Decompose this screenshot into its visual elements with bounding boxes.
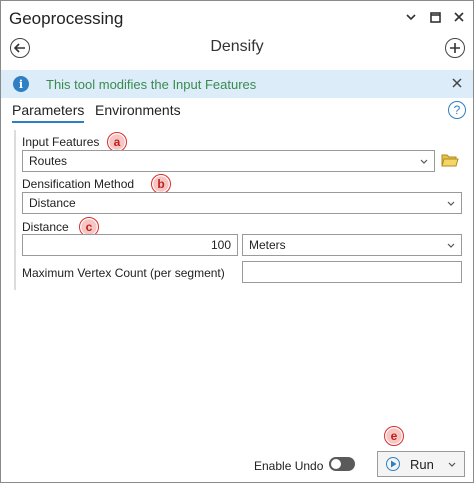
callout-badge-a: a xyxy=(107,132,127,152)
distance-unit-value: Meters xyxy=(249,238,286,252)
densification-method-select[interactable]: Distance xyxy=(22,192,462,214)
chevron-down-icon xyxy=(420,156,428,166)
max-vertex-count-label: Maximum Vertex Count (per segment) xyxy=(22,266,225,280)
close-icon xyxy=(452,78,462,88)
tab-environments[interactable]: Environments xyxy=(95,102,181,121)
callout-badge-b: b xyxy=(151,174,171,194)
chevron-down-icon[interactable] xyxy=(404,10,418,24)
close-icon[interactable] xyxy=(452,10,466,24)
tool-title: Densify xyxy=(210,38,264,55)
enable-undo-toggle[interactable] xyxy=(329,457,355,471)
input-features-select[interactable]: Routes xyxy=(22,150,435,172)
folder-browse-icon[interactable] xyxy=(441,153,459,167)
densification-method-value: Distance xyxy=(29,196,76,210)
help-icon[interactable]: ? xyxy=(448,101,466,119)
restore-icon[interactable] xyxy=(428,10,442,24)
pane-title: Geoprocessing xyxy=(9,9,124,28)
info-icon: i xyxy=(13,76,29,92)
run-button[interactable]: Run xyxy=(377,451,465,477)
chevron-down-icon[interactable] xyxy=(448,459,456,469)
distance-label: Distance xyxy=(22,220,69,234)
chevron-down-icon xyxy=(447,198,455,208)
max-vertex-count-input[interactable] xyxy=(242,261,462,283)
info-message: This tool modifies the Input Features xyxy=(46,77,257,92)
input-features-value: Routes xyxy=(29,154,68,168)
plus-icon xyxy=(450,43,460,53)
enable-undo-label: Enable Undo xyxy=(254,459,324,473)
run-label: Run xyxy=(410,456,434,472)
parameter-validity-strip xyxy=(14,130,16,290)
info-close-button[interactable] xyxy=(452,75,462,91)
distance-value: 100 xyxy=(210,238,231,252)
pane-title-controls xyxy=(404,10,466,24)
densification-method-label: Densification Method xyxy=(22,177,135,191)
tab-parameters[interactable]: Parameters xyxy=(12,102,85,123)
chevron-down-icon xyxy=(447,240,455,250)
add-button[interactable] xyxy=(445,38,465,58)
distance-input[interactable]: 100 xyxy=(22,234,238,256)
distance-unit-select[interactable]: Meters xyxy=(242,234,462,256)
input-features-label: Input Features xyxy=(22,135,100,149)
play-icon xyxy=(386,457,400,471)
callout-badge-e: e xyxy=(384,426,404,446)
